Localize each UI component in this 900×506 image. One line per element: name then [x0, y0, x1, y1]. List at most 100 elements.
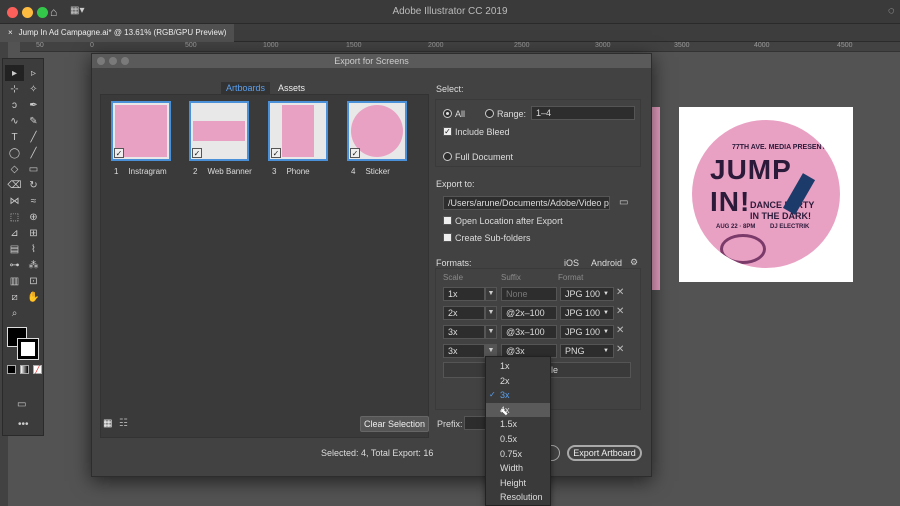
menu-item-height[interactable]: Height [486, 476, 550, 491]
remove-row-2-icon[interactable]: ✕ [616, 306, 624, 317]
remove-row-3-icon[interactable]: ✕ [616, 325, 624, 336]
artboard-2-checkbox[interactable]: ✓ [192, 148, 202, 158]
chevron-down-icon: ▼ [603, 310, 609, 316]
suffix-input-2[interactable]: @2x–100 [501, 306, 557, 320]
rotate-tool-icon[interactable]: ↻ [24, 177, 43, 193]
hand-tool-icon[interactable]: ✋ [24, 289, 43, 305]
folder-icon[interactable]: ▭ [619, 197, 628, 208]
tab-artboards[interactable]: Artboards [221, 82, 271, 94]
artboard-thumbnail-2[interactable]: ✓ [189, 101, 249, 161]
document-tab[interactable]: × Jump In Ad Campagne.ai* @ 13.61% (RGB/… [0, 24, 235, 42]
direct-selection-tool-icon[interactable]: ▹ [24, 65, 43, 81]
format-select-1[interactable]: JPG 100 ▼ [560, 287, 614, 301]
all-radio[interactable] [443, 109, 452, 118]
open-location-checkbox[interactable] [443, 216, 452, 225]
magic-wand-tool-icon[interactable]: ✧ [24, 81, 43, 97]
create-subfolders-checkbox[interactable] [443, 233, 452, 242]
blend-tool-icon[interactable]: ⊶ [5, 257, 24, 273]
artboard-3-checkbox[interactable]: ✓ [271, 148, 281, 158]
scale-select-1[interactable]: 1x [443, 287, 485, 301]
format-select-4[interactable]: PNG ▼ [560, 344, 614, 358]
artboard-4-checkbox[interactable]: ✓ [350, 148, 360, 158]
grid-view-icon[interactable]: ▦ [103, 418, 112, 429]
eraser-tool-icon[interactable]: ⌫ [5, 177, 24, 193]
stroke-color-swatch[interactable] [18, 339, 38, 359]
turntable-graphic [720, 234, 766, 264]
remove-row-4-icon[interactable]: ✕ [616, 344, 624, 355]
suffix-input-1[interactable]: None [501, 287, 557, 301]
include-bleed-checkbox[interactable]: ✓ [443, 127, 452, 136]
prefix-input[interactable] [464, 416, 486, 430]
scale-dropdown-1-chevron-icon[interactable]: ▼ [485, 287, 497, 301]
artboard-thumbnail-1[interactable]: ✓ [111, 101, 171, 161]
line-tool-icon[interactable]: ╱ [24, 129, 43, 145]
shape-builder-tool-icon[interactable]: ⊕ [24, 209, 43, 225]
menu-item-0-75x[interactable]: 0.75x [486, 447, 550, 462]
tab-assets[interactable]: Assets [273, 82, 310, 94]
artboard-tool-icon[interactable]: ⊡ [24, 273, 43, 289]
none-mode-icon[interactable]: ╱ [33, 365, 42, 374]
scale-dropdown-3-chevron-icon[interactable]: ▼ [485, 325, 497, 339]
mesh-tool-icon[interactable]: ⊞ [24, 225, 43, 241]
lasso-tool-icon[interactable]: ↄ [5, 97, 24, 113]
type-tool-icon[interactable]: T [5, 129, 24, 145]
warp-tool-icon[interactable]: ≈ [24, 193, 43, 209]
artboard-thumbnail-3[interactable]: ✓ [268, 101, 328, 161]
menu-item-resolution[interactable]: Resolution [486, 490, 550, 505]
screen-mode-icon[interactable]: ▭ [17, 399, 26, 410]
gradient-tool-icon[interactable]: ▤ [5, 241, 24, 257]
perspective-grid-tool-icon[interactable]: ⊿ [5, 225, 24, 241]
lightbulb-icon[interactable]: ◌ [888, 5, 895, 17]
close-tab-icon[interactable]: × [8, 24, 13, 42]
brush-tool-icon[interactable]: ╱ [24, 145, 43, 161]
ellipse-tool-icon[interactable]: ◯ [5, 145, 24, 161]
list-view-icon[interactable]: ☷ [119, 418, 128, 429]
gradient-mode-icon[interactable] [20, 365, 29, 374]
format-select-2[interactable]: JPG 100 ▼ [560, 306, 614, 320]
menu-item-1x[interactable]: 1x [486, 359, 550, 374]
export-path-input[interactable]: /Users/arune/Documents/Adobe/Video p [443, 196, 610, 210]
suffix-input-3[interactable]: @3x–100 [501, 325, 557, 339]
scale-select-4[interactable]: 3x [443, 344, 485, 358]
group-selection-tool-icon[interactable]: ⊹ [5, 81, 24, 97]
menu-item-width[interactable]: Width [486, 461, 550, 476]
scale-select-3[interactable]: 3x [443, 325, 485, 339]
scale-dropdown-2-chevron-icon[interactable]: ▼ [485, 306, 497, 320]
free-transform-tool-icon[interactable]: ⬚ [5, 209, 24, 225]
color-mode-icon[interactable] [7, 365, 16, 374]
slice-tool-icon[interactable]: ⧄ [5, 289, 24, 305]
menu-item-3x[interactable]: 3x [486, 388, 550, 403]
rectangle-tool-icon[interactable]: ▭ [24, 161, 43, 177]
symbol-sprayer-tool-icon[interactable]: ⁂ [24, 257, 43, 273]
ios-preset-button[interactable]: iOS [564, 258, 579, 268]
gear-icon[interactable]: ⚙ [630, 257, 638, 268]
chevron-down-icon: ▼ [603, 291, 609, 297]
remove-row-1-icon[interactable]: ✕ [616, 287, 624, 298]
range-radio[interactable] [485, 109, 494, 118]
scale-select-2[interactable]: 2x [443, 306, 485, 320]
range-input[interactable]: 1–4 [531, 106, 635, 120]
width-tool-icon[interactable]: ⋈ [5, 193, 24, 209]
sticker-artboard[interactable]: 77TH AVE. MEDIA PRESENTS JUMP IN! DANCE … [679, 107, 853, 282]
menu-item-0-5x[interactable]: 0.5x [486, 432, 550, 447]
column-graph-tool-icon[interactable]: ▥ [5, 273, 24, 289]
selection-tool-icon[interactable]: ▸ [5, 65, 24, 81]
menu-item-4x[interactable]: 4x [486, 402, 550, 418]
android-preset-button[interactable]: Android [591, 258, 622, 268]
shaper-tool-icon[interactable]: ◇ [5, 161, 24, 177]
format-select-3[interactable]: JPG 100 ▼ [560, 325, 614, 339]
export-artboard-button[interactable]: Export Artboard [567, 445, 642, 461]
more-tools-icon[interactable]: ••• [18, 419, 29, 430]
menu-item-2x[interactable]: 2x [486, 374, 550, 389]
curvature-tool-icon[interactable]: ∿ [5, 113, 24, 129]
clear-selection-button[interactable]: Clear Selection [360, 416, 429, 432]
artboard-1-checkbox[interactable]: ✓ [114, 148, 124, 158]
menu-item-1-5x[interactable]: 1.5x [486, 417, 550, 432]
eyedropper-tool-icon[interactable]: ⌇ [24, 241, 43, 257]
full-document-radio[interactable] [443, 152, 452, 161]
zoom-tool-icon[interactable]: ⌕ [5, 305, 24, 321]
ruler-tick-label: 3000 [595, 42, 611, 49]
pen-tool-icon[interactable]: ✒ [24, 97, 43, 113]
artboard-thumbnail-4[interactable]: ✓ [347, 101, 407, 161]
pencil-tool-icon[interactable]: ✎ [24, 113, 43, 129]
